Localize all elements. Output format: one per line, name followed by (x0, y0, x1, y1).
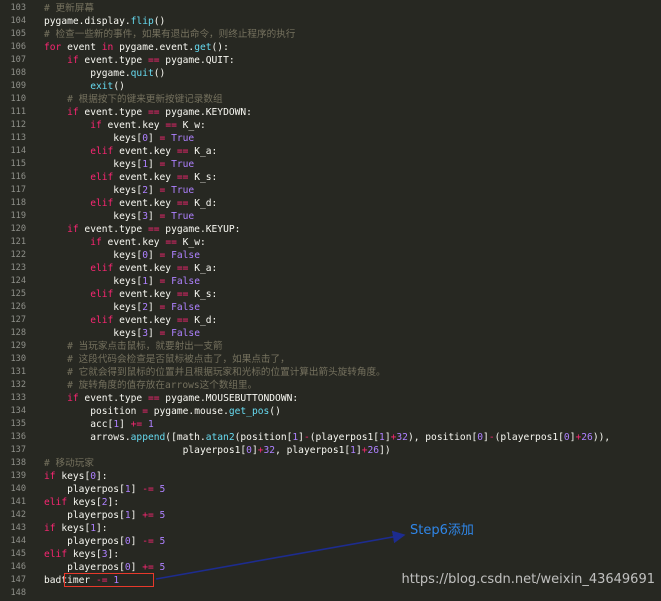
code-editor[interactable]: 103 # 更新屏幕 104 pygame.display.flip() 105 # 检查… (0, 0, 661, 601)
annotation-arrow (155, 530, 406, 580)
step-label: Step6添加 (410, 523, 474, 538)
annotation-arrow-line (155, 530, 406, 580)
watermark-text: https://blog.csdn.net/weixin_43649691 (401, 572, 655, 587)
